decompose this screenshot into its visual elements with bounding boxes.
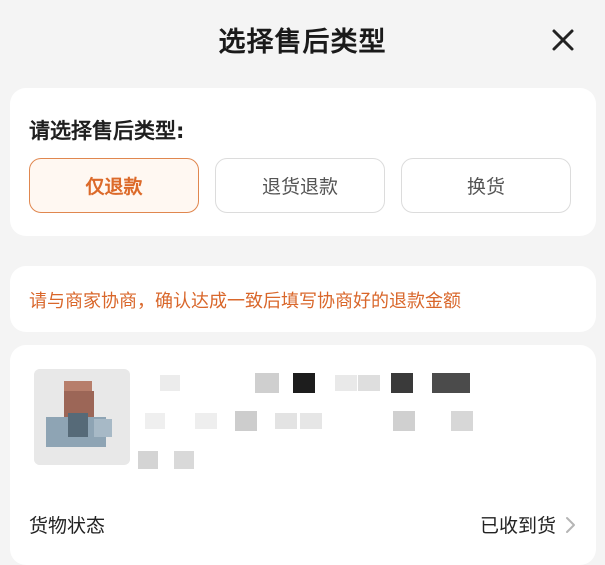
goods-status-value: 已收到货	[479, 515, 556, 537]
goods-status-row[interactable]: 货物状态 已收到货	[10, 505, 596, 541]
option-return-refund[interactable]: 退货退款	[215, 158, 385, 213]
chevron-right-icon	[566, 517, 575, 533]
product-thumbnail	[34, 369, 130, 465]
goods-status-label: 货物状态	[29, 515, 106, 537]
page-title: 选择售后类型	[218, 27, 387, 58]
close-button[interactable]	[548, 25, 578, 55]
close-icon	[552, 29, 574, 51]
option-refund-only[interactable]: 仅退款	[29, 158, 199, 213]
notice-card: 请与商家协商，确认达成一致后填写协商好的退款金额	[10, 266, 596, 332]
notice-text: 请与商家协商，确认达成一致后填写协商好的退款金额	[29, 291, 461, 312]
type-selection-label: 请选择售后类型:	[29, 119, 185, 143]
type-selection-card: 请选择售后类型: 仅退款 退货退款 换货	[10, 88, 596, 236]
header: 选择售后类型	[0, 0, 605, 80]
product-card: 货物状态 已收到货	[10, 345, 596, 565]
option-exchange[interactable]: 换货	[401, 158, 571, 213]
blurred-title-block	[160, 375, 180, 391]
